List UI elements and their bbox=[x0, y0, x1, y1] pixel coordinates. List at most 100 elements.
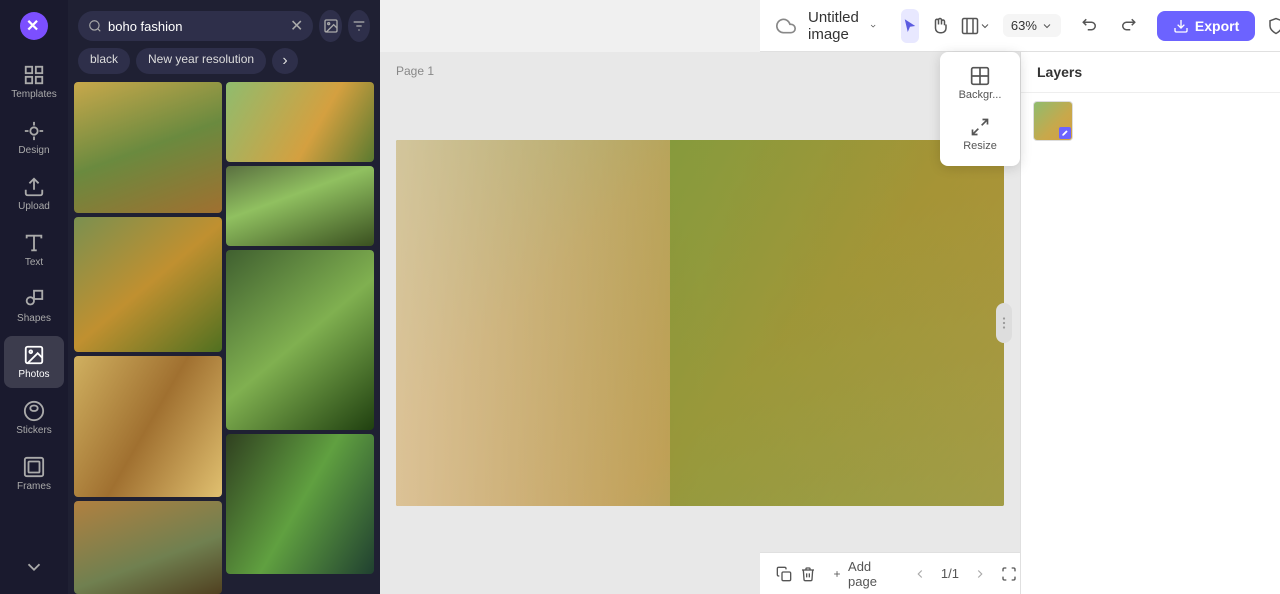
list-item[interactable] bbox=[74, 501, 222, 594]
filter-icon bbox=[351, 18, 367, 34]
hand-tool-button[interactable] bbox=[931, 9, 949, 43]
list-item[interactable] bbox=[226, 250, 374, 430]
list-item[interactable] bbox=[74, 217, 222, 353]
edit-icon bbox=[1061, 129, 1069, 137]
resize-icon bbox=[970, 117, 990, 137]
app-logo[interactable]: ✕ bbox=[16, 8, 52, 44]
hand-icon bbox=[931, 17, 949, 35]
shield-button[interactable] bbox=[1267, 9, 1280, 43]
list-item[interactable] bbox=[226, 434, 374, 574]
shapes-icon bbox=[23, 288, 45, 310]
layers-panel: Layers bbox=[1020, 52, 1280, 594]
chevron-right-icon bbox=[973, 567, 987, 581]
delete-page-button[interactable] bbox=[800, 559, 816, 589]
layer-item[interactable] bbox=[1021, 93, 1280, 149]
undo-redo-group bbox=[1073, 9, 1145, 43]
sidebar-item-frames[interactable]: Frames bbox=[4, 448, 64, 500]
canvas-area[interactable]: Page 1 bbox=[380, 52, 1020, 594]
sidebar-item-shapes[interactable]: Shapes bbox=[4, 280, 64, 332]
list-item[interactable] bbox=[74, 356, 222, 496]
search-input-wrapper[interactable]: ✕ bbox=[78, 11, 313, 41]
frame-view-button[interactable] bbox=[961, 9, 991, 43]
canvas-image[interactable] bbox=[396, 140, 1004, 506]
background-button[interactable]: Backgr... bbox=[945, 60, 1015, 107]
chevron-down-icon bbox=[1041, 20, 1053, 32]
search-bar: ✕ bbox=[68, 0, 380, 48]
search-input[interactable] bbox=[108, 19, 284, 34]
grid-icon bbox=[23, 64, 45, 86]
background-icon bbox=[970, 66, 990, 86]
upload-icon bbox=[23, 176, 45, 198]
photo-col-left bbox=[74, 82, 222, 594]
copy-page-button[interactable] bbox=[776, 559, 792, 589]
more-tags-button[interactable]: › bbox=[272, 48, 298, 74]
page-indicator: 1/1 bbox=[941, 566, 959, 581]
redo-icon bbox=[1119, 17, 1137, 35]
cloud-save-button[interactable] bbox=[776, 16, 796, 36]
trash-icon bbox=[800, 566, 816, 582]
list-item[interactable] bbox=[226, 166, 374, 246]
tag-black[interactable]: black bbox=[78, 48, 130, 74]
stickers-icon bbox=[23, 400, 45, 422]
layer-thumbnail bbox=[1033, 101, 1073, 141]
content-row: Page 1 bbox=[380, 0, 1280, 594]
zoom-control[interactable]: 63% bbox=[1003, 14, 1061, 37]
layers-title: Layers bbox=[1021, 52, 1280, 93]
clear-search-button[interactable]: ✕ bbox=[290, 16, 303, 36]
redo-button[interactable] bbox=[1111, 9, 1145, 43]
sidebar-item-stickers[interactable]: Stickers bbox=[4, 392, 64, 444]
text-icon bbox=[23, 232, 45, 254]
download-icon bbox=[1173, 18, 1189, 34]
photos-icon bbox=[23, 344, 45, 366]
sidebar-item-upload[interactable]: Upload bbox=[4, 168, 64, 220]
resize-button[interactable]: Resize bbox=[945, 111, 1015, 158]
drag-handle-icon bbox=[1001, 315, 1007, 331]
chevron-down-icon bbox=[979, 20, 991, 32]
list-item[interactable] bbox=[226, 82, 374, 162]
prev-page-button[interactable] bbox=[907, 561, 933, 587]
frames-icon bbox=[23, 456, 45, 478]
list-item[interactable] bbox=[74, 82, 222, 213]
tags-row: black New year resolution › bbox=[68, 48, 380, 82]
add-page-button[interactable]: Add page bbox=[824, 555, 891, 593]
canvas-scroll-handle[interactable] bbox=[996, 303, 1012, 343]
left-sidebar: ✕ Templates Design Upload Text bbox=[0, 0, 68, 594]
next-page-button[interactable] bbox=[967, 561, 993, 587]
canvas-wrapper bbox=[396, 92, 1004, 554]
topbar: Untitled image bbox=[760, 0, 1280, 52]
undo-button[interactable] bbox=[1073, 9, 1107, 43]
shield-icon bbox=[1267, 17, 1280, 35]
sidebar-item-design[interactable]: Design bbox=[4, 112, 64, 164]
chevron-down-icon bbox=[23, 556, 45, 578]
main-wrapper: Untitled image bbox=[380, 0, 1280, 594]
sidebar-item-text[interactable]: Text bbox=[4, 224, 64, 276]
sidebar-item-photos[interactable]: Photos bbox=[4, 336, 64, 388]
page-label: Page 1 bbox=[396, 64, 434, 78]
svg-text:✕: ✕ bbox=[26, 18, 39, 35]
photo-col-right bbox=[226, 82, 374, 594]
expand-icon bbox=[1001, 566, 1017, 582]
present-button[interactable] bbox=[1001, 559, 1017, 589]
copy-icon bbox=[776, 566, 792, 582]
tag-new-year-resolution[interactable]: New year resolution bbox=[136, 48, 266, 74]
frame-icon bbox=[961, 17, 979, 35]
sidebar-item-more[interactable] bbox=[4, 548, 64, 586]
document-title[interactable]: Untitled image bbox=[808, 9, 877, 43]
undo-icon bbox=[1081, 17, 1099, 35]
sidebar-item-templates[interactable]: Templates bbox=[4, 56, 64, 108]
filter-button[interactable] bbox=[348, 10, 370, 42]
photos-panel: ✕ black New year resolution › bbox=[68, 0, 380, 594]
layer-edit-icon bbox=[1059, 127, 1071, 139]
visual-search-button[interactable] bbox=[319, 10, 341, 42]
chevron-left-icon bbox=[913, 567, 927, 581]
cursor-icon bbox=[901, 17, 919, 35]
visual-search-icon bbox=[323, 18, 339, 34]
cursor-tool-button[interactable] bbox=[901, 9, 919, 43]
context-panel: Backgr... Resize bbox=[940, 52, 1020, 166]
bottom-bar: Add page 1/1 bbox=[760, 552, 1020, 594]
search-icon bbox=[88, 19, 102, 33]
plus-icon bbox=[832, 566, 842, 582]
cloud-icon bbox=[776, 16, 796, 36]
export-button[interactable]: Export bbox=[1157, 11, 1255, 41]
photo-grid bbox=[68, 82, 380, 594]
